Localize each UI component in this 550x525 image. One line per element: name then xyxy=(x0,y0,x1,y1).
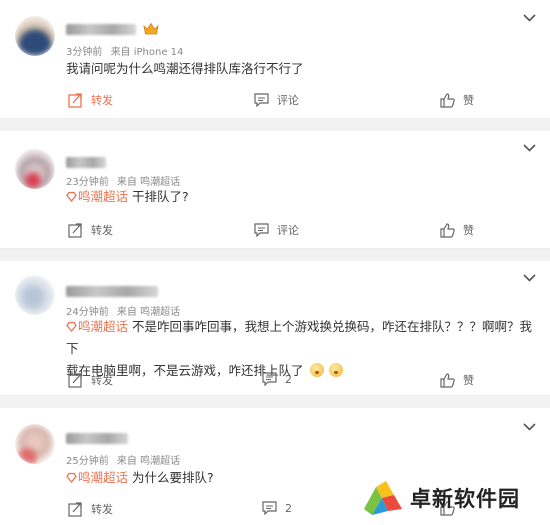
supertopic-tag[interactable]: 鸣潮超话 xyxy=(66,470,128,485)
watermark-logo-icon xyxy=(364,481,402,515)
comment-button[interactable]: 2 xyxy=(262,372,292,386)
share-button[interactable]: 转发 xyxy=(68,501,113,517)
like-button[interactable]: 赞 xyxy=(440,92,474,108)
comment-button[interactable]: 评论 xyxy=(254,222,299,238)
supertopic-icon xyxy=(66,321,77,332)
share-button[interactable]: 转发 xyxy=(68,222,113,238)
username[interactable] xyxy=(66,157,106,168)
username[interactable] xyxy=(66,24,136,35)
crown-icon xyxy=(143,22,159,35)
chevron-down-icon[interactable] xyxy=(523,144,536,152)
chevron-down-icon[interactable] xyxy=(523,274,536,282)
avatar[interactable] xyxy=(15,424,55,464)
watermark-text: 卓新软件园 xyxy=(410,487,520,511)
avatar[interactable] xyxy=(15,16,55,56)
share-icon xyxy=(68,501,82,517)
comment-icon xyxy=(262,501,277,515)
comment-source: 来自 iPhone 14 xyxy=(110,47,184,58)
emoji-icon xyxy=(329,363,344,377)
avatar[interactable] xyxy=(15,275,55,315)
supertopic-icon xyxy=(66,472,77,483)
like-icon xyxy=(440,372,455,388)
comment-source: 来自 鸣潮超话 xyxy=(116,456,181,467)
like-button[interactable]: 赞 xyxy=(440,372,474,388)
emoji-icon xyxy=(309,363,324,377)
supertopic-icon xyxy=(66,191,77,202)
share-button[interactable]: 转发 xyxy=(68,372,113,388)
comment-button[interactable]: 评论 xyxy=(254,92,299,108)
watermark: 卓新软件园 xyxy=(362,479,520,517)
divider xyxy=(0,395,550,396)
comment-time: 25分钟前 xyxy=(66,456,109,467)
divider xyxy=(0,118,550,119)
comment-icon xyxy=(254,93,269,107)
like-button[interactable]: 赞 xyxy=(440,222,474,238)
share-icon xyxy=(68,372,82,388)
supertopic-tag[interactable]: 鸣潮超话 xyxy=(66,189,128,204)
comment-time: 3分钟前 xyxy=(66,47,103,58)
username[interactable] xyxy=(66,433,128,444)
chevron-down-icon[interactable] xyxy=(523,423,536,431)
comment-icon xyxy=(262,372,277,386)
like-icon xyxy=(440,92,455,108)
supertopic-tag[interactable]: 鸣潮超话 xyxy=(66,319,128,334)
comment-meta: 3分钟前 来自 iPhone 14 xyxy=(66,43,188,58)
comment-icon xyxy=(254,223,269,237)
comment-text: 鸣潮超话 干排队了? xyxy=(66,186,536,208)
comment-button[interactable]: 2 xyxy=(262,501,292,515)
share-icon xyxy=(68,222,82,238)
comment-text: 我请问呢为什么鸣潮还得排队库洛行不行了 xyxy=(66,61,304,76)
divider xyxy=(0,248,550,249)
comment-card: 23分钟前 来自 鸣潮超话 鸣潮超话 干排队了? 转发 评论 赞 xyxy=(0,131,550,248)
chevron-down-icon[interactable] xyxy=(523,14,536,22)
comment-meta: 25分钟前 来自 鸣潮超话 xyxy=(66,452,185,467)
comment-card: 24分钟前 来自 鸣潮超话 鸣潮超话 不是咋回事咋回事，我想上个游戏换兑换码，咋… xyxy=(0,261,550,395)
comment-card: 3分钟前 来自 iPhone 14 我请问呢为什么鸣潮还得排队库洛行不行了 转发… xyxy=(0,0,550,118)
avatar[interactable] xyxy=(15,149,55,189)
share-button[interactable]: 转发 xyxy=(68,92,113,108)
like-icon xyxy=(440,222,455,238)
share-icon xyxy=(68,92,82,108)
username[interactable] xyxy=(66,286,158,297)
